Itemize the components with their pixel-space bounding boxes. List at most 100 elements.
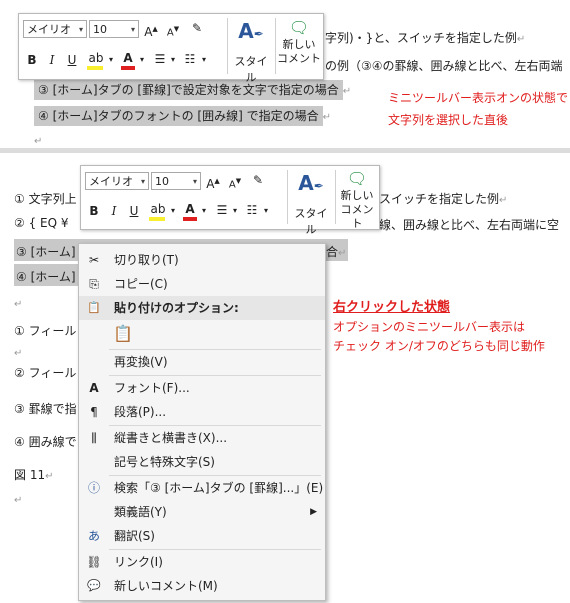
menu-item-translate[interactable]: あ 翻訳(S) bbox=[79, 524, 325, 548]
bottom-doc-line-8: ② フィール bbox=[14, 366, 77, 380]
bold-icon[interactable]: B bbox=[25, 52, 39, 68]
bottom-doc-line-2-tail: 線、囲み線と比べ、左右両端に空 bbox=[379, 218, 560, 232]
new-comment-icon: 🗨 bbox=[288, 18, 310, 37]
top-doc-line-5: ↵ bbox=[34, 136, 43, 147]
new-comment-label-1: 新しい bbox=[282, 38, 316, 51]
numbering-icon[interactable]: ☷ bbox=[181, 51, 199, 67]
highlight-icon[interactable]: ab bbox=[85, 50, 107, 70]
font-size-box[interactable]: 10 ▾ bbox=[89, 20, 139, 38]
bottom-doc-line-1: ① 文字列上 bbox=[14, 192, 77, 206]
paste-keep-format-icon[interactable]: 📋 bbox=[111, 322, 135, 346]
clear-format-icon[interactable]: ✎ bbox=[188, 20, 206, 36]
bottom-doc-line-5: ↵ bbox=[14, 299, 23, 310]
paragraph-icon: ¶ bbox=[90, 405, 98, 419]
underline-icon[interactable]: U bbox=[127, 203, 141, 219]
menu-item-link[interactable]: ⛓ リンク(I) bbox=[79, 550, 325, 574]
highlight-dropdown-icon[interactable]: ▾ bbox=[107, 52, 115, 68]
menu-item-search[interactable]: ⓘ 検索「③ [ホーム]タブの [罫線]...」(E) bbox=[79, 476, 325, 500]
font-color-dropdown-icon[interactable]: ▾ bbox=[138, 52, 146, 68]
submenu-arrow-icon: ▶ bbox=[310, 507, 317, 517]
bottom-doc-line-2: ② { EQ ¥ bbox=[14, 216, 69, 230]
styles-icon: A✒ bbox=[238, 19, 264, 43]
mini-toolbar-bottom: メイリオ ▾ 10 ▾ A▲ A▼ ✎ B I U ab ▾ A ▾ ☰ ▾ ☷ ▾… bbox=[80, 165, 380, 236]
bullets-icon[interactable]: ☰ bbox=[151, 51, 169, 67]
bottom-doc-line-9: ③ 罫線で指 bbox=[14, 402, 77, 416]
font-icon: A bbox=[89, 381, 99, 395]
bottom-doc-line-11: 図 11↵ bbox=[14, 468, 54, 482]
menu-item-symbols[interactable]: 記号と特殊文字(S) bbox=[79, 450, 325, 474]
top-doc-line-2: の例（③④の罫線、囲み線と比べ、左右両端 bbox=[325, 59, 563, 73]
bottom-doc-line-3-tail: 合↵ bbox=[326, 245, 347, 259]
bottom-doc-line-6: ① フィール bbox=[14, 324, 77, 338]
bullets-icon[interactable]: ☰ bbox=[213, 202, 231, 218]
styles-label: スタイル bbox=[234, 55, 268, 84]
new-comment-label-2: コメント bbox=[340, 203, 374, 230]
new-comment-icon: 🗨 bbox=[346, 169, 368, 188]
grow-font-icon[interactable]: A▲ bbox=[205, 173, 221, 192]
new-comment-button[interactable]: 🗨 新しい コメント bbox=[277, 18, 321, 76]
styles-button[interactable]: A✒ スタイル bbox=[291, 171, 331, 236]
bottom-doc-line-1-tail: スイッチを指定した例↵ bbox=[379, 192, 508, 206]
font-size-box[interactable]: 10 ▾ bbox=[151, 172, 201, 190]
top-doc-line-4: ④ [ホーム]タブのフォントの [囲み線] で指定の場合 ↵ bbox=[34, 106, 331, 126]
styles-button[interactable]: A✒ スタイル bbox=[231, 19, 271, 84]
copy-icon: ⎘ bbox=[89, 277, 99, 291]
menu-item-new-comment[interactable]: 💬 新しいコメント(M) bbox=[79, 574, 325, 598]
styles-label: スタイル bbox=[294, 207, 328, 236]
menu-header-paste-options: 📋 貼り付けのオプション: bbox=[79, 296, 325, 320]
font-name-box[interactable]: メイリオ ▾ bbox=[23, 20, 87, 38]
top-annotation-line-1: ミニツールバー表示オンの状態で bbox=[388, 91, 569, 105]
menu-item-font[interactable]: A フォント(F)... bbox=[79, 376, 325, 400]
bottom-annotation-title: 右クリックした状態 bbox=[333, 300, 451, 315]
toolbar-separator bbox=[275, 18, 276, 74]
search-icon: ⓘ bbox=[87, 481, 100, 495]
top-doc-line-1: 字列)・}と、スイッチを指定した例↵ bbox=[325, 31, 526, 45]
scissors-icon: ✂ bbox=[88, 253, 100, 267]
italic-icon[interactable]: I bbox=[45, 52, 59, 68]
new-comment-button[interactable]: 🗨 新しい コメント bbox=[336, 169, 378, 230]
bottom-annotation-line-1: オプションのミニツールバー表示は bbox=[333, 320, 526, 334]
bottom-annotation-line-2: チェック オン/オフのどちらも同じ動作 bbox=[333, 339, 545, 353]
font-color-icon[interactable]: A bbox=[181, 201, 199, 221]
bottom-doc-line-7: ↵ bbox=[14, 348, 23, 359]
clipboard-icon: 📋 bbox=[87, 301, 101, 314]
toolbar-separator bbox=[287, 170, 288, 224]
italic-icon[interactable]: I bbox=[107, 203, 121, 219]
menu-item-reconvert[interactable]: 再変換(V) bbox=[79, 350, 325, 374]
menu-item-synonyms[interactable]: 類義語(Y) ▶ bbox=[79, 500, 325, 524]
numbering-dropdown-icon[interactable]: ▾ bbox=[262, 203, 270, 219]
menu-item-cut[interactable]: ✂ 切り取り(T) bbox=[79, 248, 325, 272]
highlight-icon[interactable]: ab bbox=[147, 201, 169, 221]
numbering-dropdown-icon[interactable]: ▾ bbox=[200, 52, 208, 68]
bullets-dropdown-icon[interactable]: ▾ bbox=[169, 52, 177, 68]
clear-format-icon[interactable]: ✎ bbox=[249, 172, 267, 188]
new-comment-icon: 💬 bbox=[87, 579, 101, 592]
text-direction-icon: ⫼ bbox=[91, 431, 97, 445]
bottom-doc-line-3: ③ [ホーム] bbox=[16, 245, 76, 259]
shrink-font-icon[interactable]: A▼ bbox=[227, 173, 243, 193]
bold-icon[interactable]: B bbox=[87, 203, 101, 219]
top-annotation-line-2: 文字列を選択した直後 bbox=[388, 113, 509, 127]
menu-item-paragraph[interactable]: ¶ 段落(P)... bbox=[79, 400, 325, 424]
new-comment-label-1: 新しい bbox=[340, 189, 374, 202]
toolbar-separator bbox=[227, 18, 228, 74]
highlight-dropdown-icon[interactable]: ▾ bbox=[169, 203, 177, 219]
grow-font-icon[interactable]: A▲ bbox=[143, 21, 159, 40]
bullets-dropdown-icon[interactable]: ▾ bbox=[231, 203, 239, 219]
menu-item-text-direction[interactable]: ⫼ 縦書きと横書き(X)... bbox=[79, 426, 325, 450]
bottom-doc-line-10: ④ 囲み線で bbox=[14, 435, 77, 449]
menu-item-copy[interactable]: ⎘ コピー(C) bbox=[79, 272, 325, 296]
font-color-dropdown-icon[interactable]: ▾ bbox=[200, 203, 208, 219]
font-color-icon[interactable]: A bbox=[119, 50, 137, 70]
mini-toolbar-top: メイリオ ▾ 10 ▾ A▲ A▼ ✎ B I U ab ▾ A ▾ ☰ ▾ ☷ ▾… bbox=[18, 13, 324, 84]
context-menu: ✂ 切り取り(T) ⎘ コピー(C) 📋 貼り付けのオプション: 📋 再変換(V… bbox=[78, 243, 326, 601]
styles-icon: A✒ bbox=[298, 171, 324, 195]
bottom-doc-line-4: ④ [ホーム] bbox=[16, 270, 76, 284]
font-name-box[interactable]: メイリオ ▾ bbox=[85, 172, 149, 190]
shrink-font-icon[interactable]: A▼ bbox=[165, 21, 181, 41]
numbering-icon[interactable]: ☷ bbox=[243, 202, 261, 218]
new-comment-label-2: コメント bbox=[277, 52, 321, 65]
section-divider bbox=[0, 148, 570, 153]
underline-icon[interactable]: U bbox=[65, 52, 79, 68]
link-icon: ⛓ bbox=[86, 555, 102, 569]
